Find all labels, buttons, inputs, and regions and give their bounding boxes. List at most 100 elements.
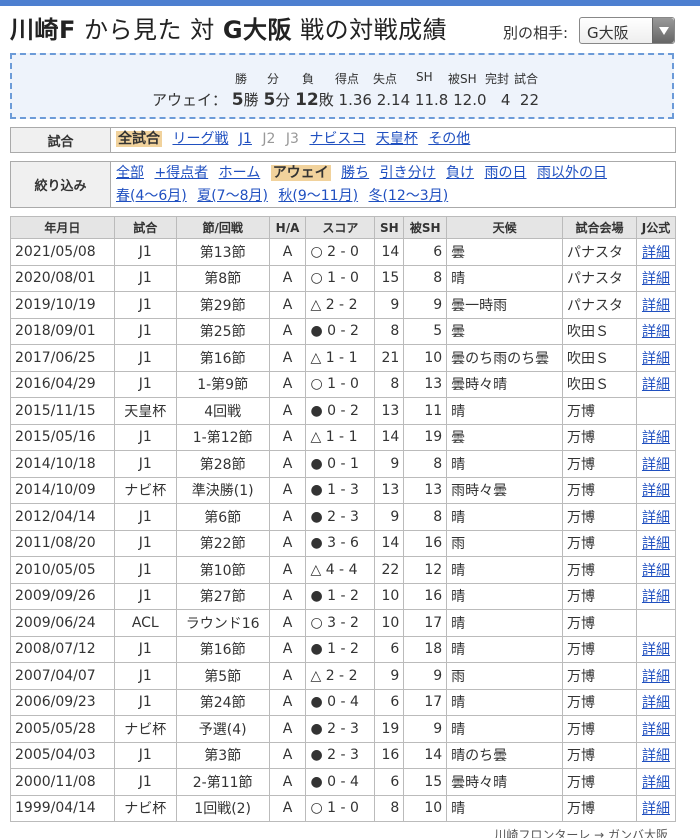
- detail-link[interactable]: 詳細: [642, 563, 670, 579]
- detail-link[interactable]: 詳細: [642, 377, 670, 393]
- opponent-name: G大阪: [222, 16, 293, 44]
- cell-venue: 万博: [562, 635, 637, 663]
- detail-link[interactable]: 詳細: [642, 324, 670, 340]
- result-mark: ●: [310, 402, 323, 419]
- score-text: 0 - 1: [327, 455, 359, 472]
- cell-date: 2015/11/15: [10, 397, 115, 425]
- cell-score: ○ 1 - 0: [305, 264, 376, 292]
- result-mark: ●: [310, 720, 323, 737]
- summary-wins: 5: [231, 90, 244, 110]
- table-row: 2019/10/19 J1 第29節 A △ 2 - 2 9 9 曇一時雨 パナスタ 詳細: [10, 291, 677, 319]
- detail-link[interactable]: 詳細: [642, 589, 670, 605]
- score-text: 2 - 3: [327, 747, 359, 764]
- chevron-down-icon[interactable]: [652, 18, 674, 43]
- cell-weather: 晴: [446, 794, 564, 822]
- cell-score: ○ 1 - 0: [305, 370, 376, 398]
- narrow-filter-option[interactable]: 夏(7〜8月): [197, 188, 268, 204]
- cell-date: 2018/09/01: [10, 317, 115, 345]
- result-mark: ●: [310, 773, 323, 790]
- cell-official: 詳細: [635, 344, 677, 372]
- cell-date: 2005/04/03: [10, 741, 115, 769]
- narrow-filter-option[interactable]: 勝ち: [341, 165, 369, 181]
- narrow-filter-option[interactable]: ホーム: [219, 165, 261, 181]
- col-header-date: 年月日: [10, 216, 115, 239]
- result-mark: ●: [310, 588, 323, 605]
- cell-venue: 万博: [562, 609, 637, 637]
- cell-opp-sh: 16: [403, 529, 448, 557]
- cell-home-away: A: [268, 423, 307, 451]
- cell-venue: 万博: [562, 741, 637, 769]
- result-mark: ●: [310, 641, 323, 658]
- detail-link[interactable]: 詳細: [642, 536, 670, 552]
- cell-opp-sh: 13: [403, 476, 448, 504]
- detail-link[interactable]: 詳細: [642, 298, 670, 314]
- cell-score: ● 1 - 2: [305, 635, 376, 663]
- detail-link[interactable]: 詳細: [642, 510, 670, 526]
- detail-link[interactable]: 詳細: [642, 245, 670, 261]
- narrow-filter-option[interactable]: 負け: [446, 165, 474, 181]
- cell-weather: 曇一時雨: [446, 291, 564, 319]
- result-mark: △: [310, 349, 322, 366]
- detail-link[interactable]: 詳細: [642, 722, 670, 738]
- detail-link[interactable]: 詳細: [642, 748, 670, 764]
- match-filter-option[interactable]: その他: [428, 131, 470, 147]
- cell-weather: 曇: [446, 423, 564, 451]
- cell-opp-sh: 5: [403, 317, 448, 345]
- summary-header-opp-sh: 被SH: [448, 72, 477, 86]
- detail-link[interactable]: 詳細: [642, 669, 670, 685]
- detail-link[interactable]: 詳細: [642, 775, 670, 791]
- narrow-filter-option[interactable]: +得点者: [154, 165, 208, 181]
- cell-score: ○ 1 - 0: [305, 794, 376, 822]
- match-filter-option[interactable]: 天皇杯: [376, 131, 418, 147]
- opponent-select[interactable]: G大阪: [579, 17, 675, 44]
- cell-venue: 万博: [562, 423, 637, 451]
- detail-link[interactable]: 詳細: [642, 642, 670, 658]
- detail-link[interactable]: 詳細: [642, 430, 670, 446]
- detail-link[interactable]: 詳細: [642, 695, 670, 711]
- cell-opp-sh: 14: [403, 741, 448, 769]
- cell-score: ● 2 - 3: [305, 741, 376, 769]
- score-text: 2 - 2: [325, 296, 358, 313]
- result-mark: ●: [310, 323, 323, 340]
- cell-competition: J1: [113, 662, 177, 690]
- cell-weather: 曇のち雨のち曇: [446, 344, 564, 372]
- score-text: 2 - 0: [327, 243, 359, 260]
- cell-score: ● 2 - 3: [305, 715, 376, 743]
- cell-score: ● 3 - 6: [305, 529, 376, 557]
- match-filter-option[interactable]: ナビスコ: [309, 131, 365, 147]
- narrow-filter-option[interactable]: 全部: [116, 165, 144, 181]
- cell-competition: J1: [113, 635, 177, 663]
- match-filter-option[interactable]: リーグ戦: [172, 131, 228, 147]
- narrow-filter-option[interactable]: 秋(9〜11月): [278, 188, 358, 204]
- table-row: 2005/05/28 ナビ杯 予選(4) A ● 2 - 3 19 9 晴万博 詳細: [10, 715, 677, 743]
- detail-link[interactable]: 詳細: [642, 271, 670, 287]
- cell-official: 詳細: [635, 556, 677, 584]
- narrow-filter-option[interactable]: 冬(12〜3月): [369, 188, 449, 204]
- detail-link[interactable]: 詳細: [642, 801, 670, 817]
- table-row: 2015/11/15 天皇杯 4回戦 A ● 0 - 2 13 11 晴万博: [10, 397, 677, 425]
- detail-link[interactable]: 詳細: [642, 457, 670, 473]
- cell-opp-sh: 9: [403, 662, 448, 690]
- col-header-score: スコア: [305, 216, 376, 239]
- summary-header-wins: 勝: [235, 72, 248, 86]
- result-mark: ○: [310, 800, 323, 817]
- cell-opp-sh: 18: [403, 635, 448, 663]
- narrow-filter-option[interactable]: 春(4〜6月): [116, 188, 187, 204]
- match-filter-option[interactable]: J1: [239, 131, 252, 147]
- cell-official: 詳細: [635, 635, 677, 663]
- detail-link[interactable]: 詳細: [642, 351, 670, 367]
- narrow-filter-option[interactable]: 雨の日: [485, 165, 527, 181]
- cell-sh: 8: [374, 317, 405, 345]
- table-row: 2018/09/01 J1 第25節 A ● 0 - 2 8 5 曇吹田Ｓ 詳細: [10, 317, 677, 345]
- cell-home-away: A: [268, 291, 307, 319]
- cell-sh: 13: [374, 397, 405, 425]
- cell-venue: 万博: [562, 662, 637, 690]
- cell-sh: 22: [374, 556, 405, 584]
- table-row: 2021/05/08 J1 第13節 A ○ 2 - 0 14 6 曇パナスタ 詳細: [10, 238, 677, 266]
- narrow-filter-option[interactable]: 雨以外の日: [537, 165, 607, 181]
- cell-competition: J1: [113, 741, 177, 769]
- narrow-filter-option[interactable]: 引き分け: [380, 165, 436, 181]
- cell-home-away: A: [268, 609, 307, 637]
- score-text: 2 - 2: [325, 667, 358, 684]
- detail-link[interactable]: 詳細: [642, 483, 670, 499]
